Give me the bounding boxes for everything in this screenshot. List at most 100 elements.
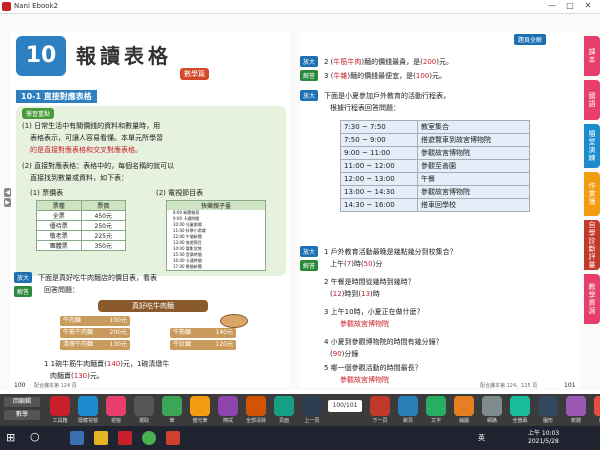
table-cell: 全票 (37, 211, 82, 220)
table-cell: 參觀故宮博物院 (417, 185, 530, 199)
toolbar-icon[interactable] (482, 396, 502, 416)
subject-button[interactable]: 數學 (4, 410, 40, 420)
table-row: 9:00 ~ 11:00 參觀故宮博物院 (340, 146, 530, 160)
page-number-input[interactable]: 100/101 (328, 400, 362, 412)
answer-badge[interactable]: 解答 (14, 286, 33, 297)
key-points-box: 學習重點 (1) 日常生活中有關價錢的資料和數量時，用 表格表示，可讓人容易看懂… (16, 106, 286, 276)
window-titlebar: Nani Ebook2 — □ ✕ (0, 0, 600, 14)
windows-start-icon[interactable]: ⊞ (6, 432, 18, 444)
answer-badge[interactable]: 解答 (300, 70, 319, 81)
answer-value: 牛雜 (333, 72, 348, 80)
answer-badge[interactable]: 解答 (300, 260, 319, 271)
menu-title: 真好吃牛肉麵 (98, 300, 208, 312)
full-answer-button[interactable]: 題頁全解 (514, 34, 547, 45)
app-icon-2[interactable] (166, 431, 180, 445)
table2-header: 快樂親子臺 (167, 201, 265, 210)
side-tab-chinese[interactable]: 國語 (584, 80, 600, 120)
answer-2: 2 (牛筋牛肉)麵的價錢最貴，是(200)元。 (324, 56, 453, 68)
next-page-arrow[interactable]: ▶ (4, 198, 11, 207)
zoom-label: 放大 (300, 56, 319, 67)
toolbar-icon[interactable] (302, 396, 322, 416)
toolbar-icon[interactable] (50, 396, 70, 416)
sub-question-2: 2 午餐是時間從幾時到幾時？ (324, 278, 415, 286)
left-page: 10 報讀表格 數學篇 10-1 直接對應表格 學習重點 (1) 日常生活中有關… (4, 32, 290, 389)
close-button[interactable]: ✕ (581, 1, 595, 10)
zoom-label: 放大 (14, 272, 33, 283)
zoom-badge[interactable]: 放大 (14, 272, 33, 283)
answer-value: 140 (106, 360, 121, 368)
file-explorer-icon[interactable] (94, 431, 108, 445)
toolbar-label: 文字 (430, 418, 441, 424)
windows-taskbar: ⊞ ○ 英 上午 10:03 2021/5/28 (0, 426, 600, 450)
menu-item-name: 牛筋麵 (173, 329, 192, 336)
table1-header-type: 票種 (37, 201, 82, 210)
minimize-button[interactable]: — (545, 1, 559, 10)
toolbar-label: 下一頁 (372, 418, 388, 424)
side-tab-practice[interactable]: 隨堂演練 (584, 124, 600, 168)
zoom-badge[interactable]: 放大 (300, 246, 319, 257)
chapter-number: 10 (16, 36, 66, 76)
answer-text: )元，1碗清燉牛 (120, 360, 170, 368)
table-cell: 教室集合 (417, 120, 530, 134)
toolbar-icon[interactable] (426, 396, 446, 416)
side-tab-workbook[interactable]: 作業簿 (584, 172, 600, 216)
toolbar-icon[interactable] (162, 396, 182, 416)
zoom-badge[interactable]: 放大 (300, 56, 319, 67)
zoom-label: 放大 (300, 246, 319, 257)
sub-answer-5: 參觀故宮博物院 (340, 376, 389, 384)
clock-date[interactable]: 2021/5/28 (528, 438, 559, 445)
table-cell: 12:00 ~ 13:00 (340, 172, 418, 186)
task-view-icon[interactable] (70, 431, 84, 445)
toolbar-icon[interactable] (246, 396, 266, 416)
search-icon[interactable]: ○ (30, 430, 40, 443)
prev-page-arrow[interactable]: ◀ (4, 188, 11, 197)
toolbar-icon[interactable] (106, 396, 126, 416)
answer-value: 130 (73, 372, 88, 380)
toolbar-icon[interactable] (190, 396, 210, 416)
ebook-toolbar: 回編輯 數學 工具箱 隱藏視窗 視窗 選取 筆 螢光筆 擦拭 全部清除 頁面 上一頁 下一頁 跳頁 文字… (0, 394, 600, 426)
zoom-badge[interactable]: 放大 (300, 90, 319, 101)
toolbar-icon[interactable] (78, 396, 98, 416)
table-cell: 225元 (94, 233, 112, 240)
table-cell: 參觀故宮博物院 (417, 146, 530, 160)
chrome-icon[interactable] (142, 431, 156, 445)
side-tab-self-assessment[interactable]: 自學診斷評量 (584, 220, 600, 270)
toolbar-icon[interactable] (218, 396, 238, 416)
toolbar-icon[interactable] (594, 396, 600, 416)
toolbar-label: 圖形 (542, 418, 553, 424)
toolbar-icon[interactable] (134, 396, 154, 416)
answer-text: 肉麵賣( (50, 372, 74, 380)
question-1: 下面是真好吃牛肉麵店的價目表，看表 (38, 274, 157, 282)
language-indicator[interactable]: 英 (478, 433, 485, 443)
menu-item-name: 牛肉麵 (63, 317, 82, 324)
maximize-button[interactable]: □ (563, 1, 577, 10)
sub-question-5: 5 哪一個參觀活動的時間最長？ (324, 364, 422, 372)
toolbar-label: 筆 (169, 418, 175, 424)
table2-row: 17:00 晚間新聞 (173, 264, 202, 269)
table-row: 12:00 ~ 13:00 午餐 (340, 172, 530, 186)
app-taskbar-icon[interactable] (118, 431, 132, 445)
right-page-footer: 配合課本第 124、125 頁 (480, 383, 538, 389)
toolbar-icon[interactable] (510, 396, 530, 416)
schedule-table: 7:30 ~ 7:50 教室集合 7:50 ~ 9:00 搭遊覽車到故宮博物院 9:… (340, 120, 530, 212)
toolbar-icon[interactable] (454, 396, 474, 416)
sub-question-4: 4 小夏到參觀博物院的時間有幾分鐘？ (324, 338, 443, 346)
answer-label: 解答 (300, 70, 319, 81)
toolbar-icon[interactable] (398, 396, 418, 416)
toolbar-label: 隱藏視窗 (77, 418, 98, 424)
clock-time[interactable]: 上午 10:03 (528, 428, 559, 437)
table-row: 7:50 ~ 9:00 搭遊覽車到故宮博物院 (340, 133, 530, 147)
side-tab-textbook[interactable]: 課本 (584, 36, 600, 76)
app-icon (2, 2, 11, 11)
side-tab-resources[interactable]: 教學資源 (584, 274, 600, 324)
toolbar-icon[interactable] (274, 396, 294, 416)
table-row: 14:30 ~ 16:00 搭車回學校 (340, 198, 530, 212)
table-cell: 9:00 ~ 11:00 (340, 146, 418, 160)
toolbar-icon[interactable] (566, 396, 586, 416)
toolbar-label: 軟體 (570, 418, 581, 424)
edit-mode-button[interactable]: 回編輯 (4, 397, 40, 407)
toolbar-icon[interactable] (538, 396, 558, 416)
answer-label: 解答 (14, 286, 33, 297)
toolbar-icon[interactable] (370, 396, 390, 416)
toolbar-label: 全部清除 (245, 418, 266, 424)
